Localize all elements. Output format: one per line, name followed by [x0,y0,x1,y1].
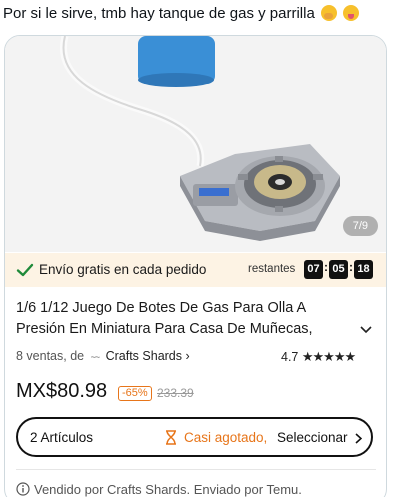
gas-stove-image [5,36,386,252]
item-count: 2 Artículos [30,430,94,445]
countdown-label: restantes [248,263,296,275]
variant-selector-button[interactable]: 2 Artículos Casi agotado, Seleccionar [16,417,373,457]
original-price: 233.39 [157,386,194,400]
chevron-right-icon [355,433,362,444]
product-title[interactable]: 1/6 1/12 Juego De Botes De Gas Para Olla… [16,298,346,340]
countdown-hours: 07 [304,260,323,279]
seller-footer: Vendido por Crafts Shards. Enviado por T… [34,482,302,497]
rating[interactable]: 4.7 ★★★★★ [281,349,356,365]
chevron-down-icon[interactable] [360,326,372,334]
countdown-seconds: 18 [354,260,373,279]
store-name[interactable]: Crafts Shards [106,349,182,363]
low-stock-text: Casi agotado, [184,430,268,445]
product-card[interactable]: 7/9 Envío gratis en cada pedido restante… [4,35,387,497]
countdown-colon: : [349,260,353,274]
hand-over-mouth-emoji-icon [321,5,337,21]
post-body: Por si le sirve, tmb hay tanque de gas y… [3,5,315,22]
shipping-bar: Envío gratis en cada pedido restantes 07… [5,253,386,287]
seller-info[interactable]: 8 ventas, de ~~ Crafts Shards › [16,349,190,363]
product-title-line: 1/6 1/12 Juego De Botes De Gas Para Olla… [16,300,307,316]
sales-count: 8 ventas, de [16,349,85,363]
discount-badge: -65% [118,386,152,401]
info-icon [16,482,30,496]
store-logo-icon: ~~ [90,352,100,362]
chevron-right-icon: › [185,349,190,363]
product-title-line: Presión En Miniatura Para Casa De Muñeca… [16,321,313,337]
price: MX$80.98 [16,380,108,402]
countdown-minutes: 05 [329,260,348,279]
image-counter: 7/9 [342,216,378,236]
hourglass-icon [166,430,176,445]
select-label: Seleccionar [277,430,348,445]
divider [16,469,376,470]
free-shipping-text: Envío gratis en cada pedido [39,262,207,277]
star-rating-icon: ★★★★★ [301,349,356,364]
winking-tongue-emoji-icon [343,5,360,21]
countdown-colon: : [324,260,328,274]
product-image[interactable]: 7/9 [5,36,386,252]
rating-value: 4.7 [281,350,299,364]
post-text: Por si le sirve, tmb hay tanque de gas y… [3,5,360,22]
checkmark-icon [16,263,34,277]
